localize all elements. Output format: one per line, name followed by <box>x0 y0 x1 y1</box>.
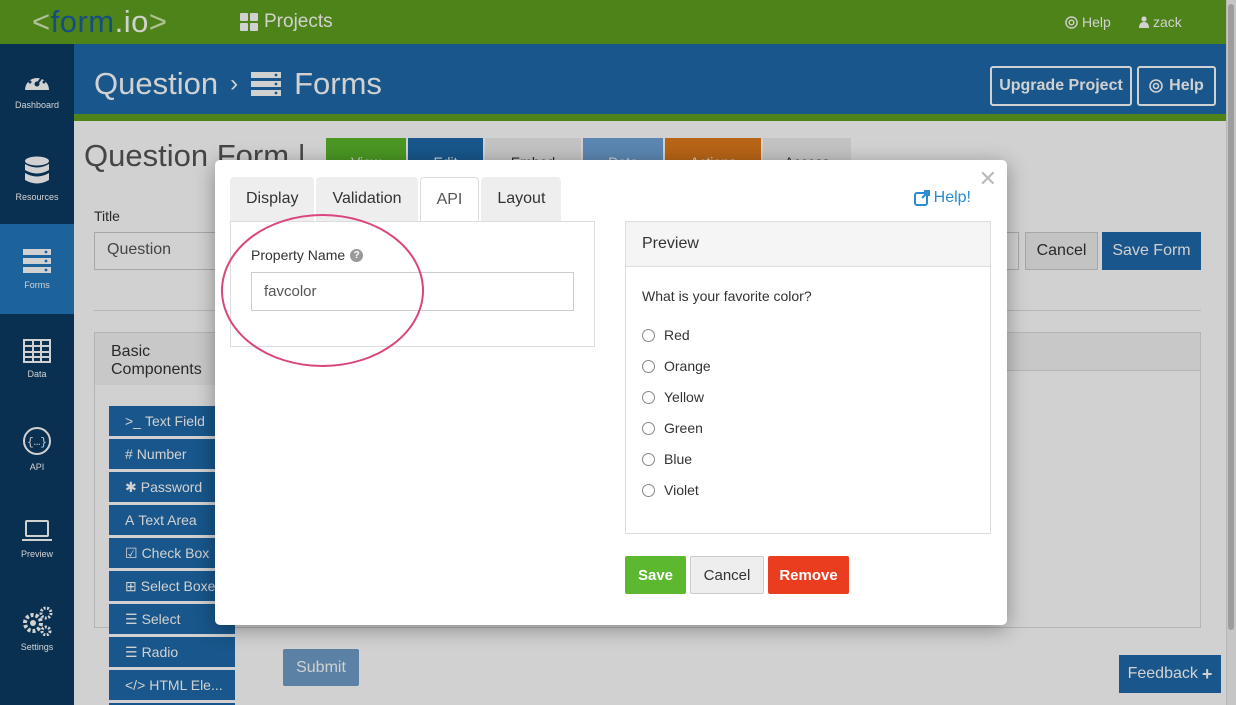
save-button[interactable]: Save <box>625 556 686 594</box>
radio-input[interactable] <box>642 483 655 497</box>
radio-option-yellow[interactable]: Yellow <box>642 389 704 405</box>
modal-help-label: Help! <box>933 189 971 206</box>
radio-input[interactable] <box>642 359 655 373</box>
preview-panel: Preview What is your favorite color? Red… <box>625 221 991 534</box>
radio-option-blue[interactable]: Blue <box>642 451 692 467</box>
highlight-circle-annotation <box>221 214 424 367</box>
radio-label: Orange <box>664 358 711 374</box>
radio-input[interactable] <box>642 390 655 404</box>
cancel-button[interactable]: Cancel <box>690 556 764 594</box>
radio-label: Green <box>664 420 703 436</box>
component-settings-modal: ✕ Display Validation API Layout Help! Pr… <box>215 160 1007 625</box>
tab-api[interactable]: API <box>419 177 480 221</box>
external-link-icon <box>913 190 930 206</box>
radio-label: Yellow <box>664 389 704 405</box>
remove-button[interactable]: Remove <box>768 556 849 594</box>
preview-question: What is your favorite color? <box>642 288 812 304</box>
radio-input[interactable] <box>642 328 655 342</box>
modal-help-link[interactable]: Help! <box>913 189 971 207</box>
radio-option-orange[interactable]: Orange <box>642 358 711 374</box>
radio-option-green[interactable]: Green <box>642 420 703 436</box>
preview-heading: Preview <box>626 222 990 267</box>
modal-tabs: Display Validation API Layout <box>230 177 562 221</box>
radio-option-red[interactable]: Red <box>642 327 690 343</box>
radio-input[interactable] <box>642 421 655 435</box>
radio-label: Violet <box>664 482 699 498</box>
tab-layout[interactable]: Layout <box>481 177 562 221</box>
api-settings-panel: Property Name ? favcolor <box>221 214 595 367</box>
radio-option-violet[interactable]: Violet <box>642 482 699 498</box>
close-icon[interactable]: ✕ <box>979 166 997 192</box>
radio-input[interactable] <box>642 452 655 466</box>
tab-display[interactable]: Display <box>230 177 315 221</box>
radio-label: Blue <box>664 451 693 467</box>
radio-label: Red <box>664 327 690 343</box>
